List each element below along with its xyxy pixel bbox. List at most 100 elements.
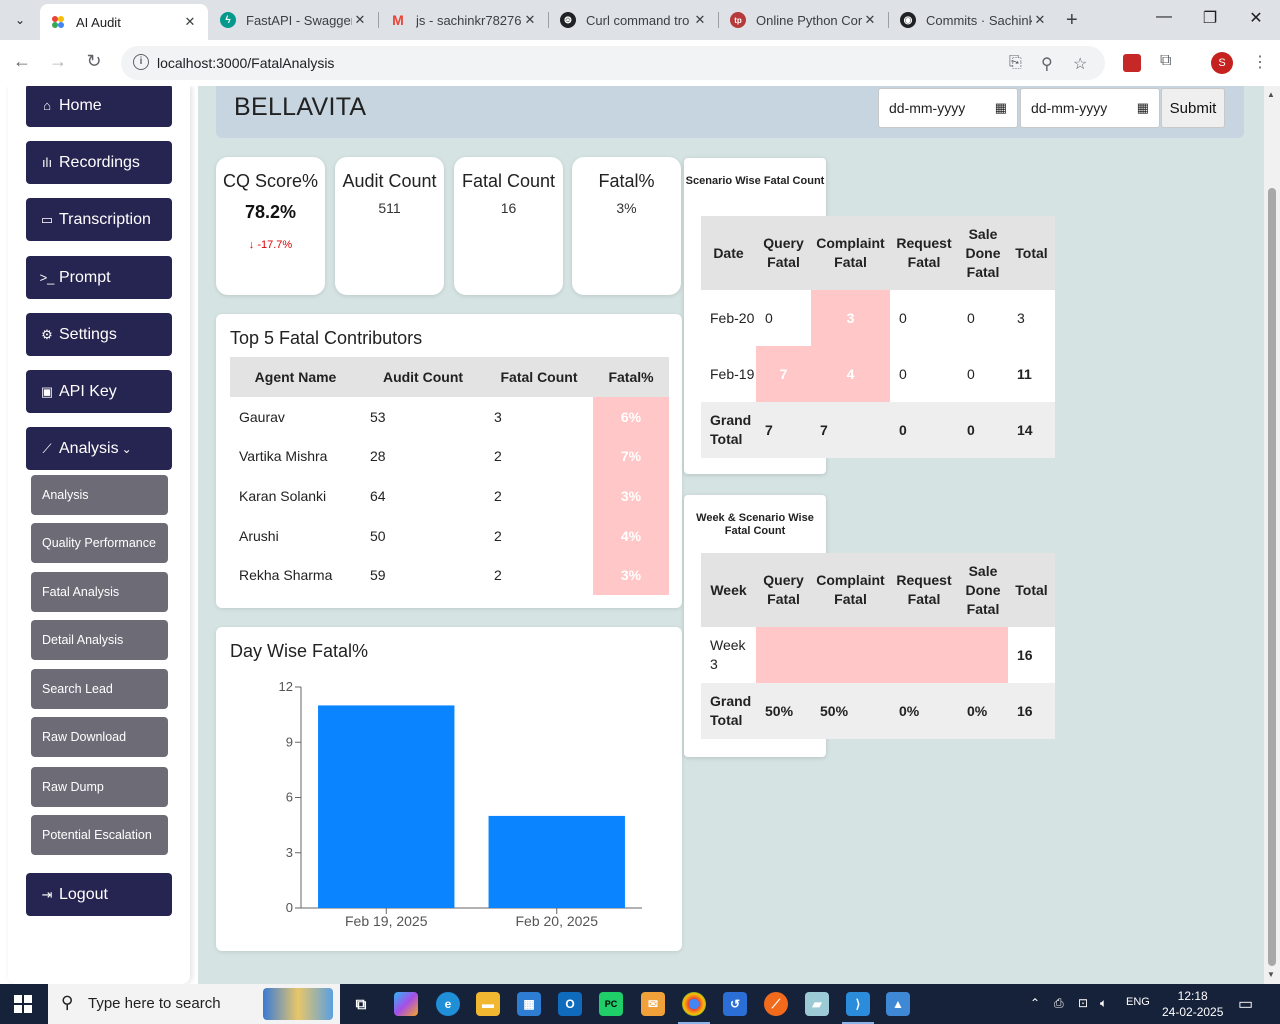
from-date-input[interactable]: dd-mm-yyyy ▦ bbox=[878, 88, 1018, 128]
stat-delta: ↓ -17.7% bbox=[248, 239, 293, 251]
table-cell: 53 bbox=[370, 408, 386, 425]
sidebar-item-analysis[interactable]: ⟋ Analysis ⌄ bbox=[26, 427, 172, 470]
table-cell-highlight: 4 bbox=[811, 346, 890, 402]
sidebar-sub-quality-performance[interactable]: Quality Performance bbox=[31, 523, 168, 563]
tab-gmail[interactable]: M js - sachinkr78276 ✕ bbox=[380, 4, 548, 36]
copilot-icon[interactable] bbox=[394, 992, 418, 1016]
sidebar-sub-raw-dump[interactable]: Raw Dump bbox=[31, 767, 168, 807]
page-viewport: ⌂ Home ılı Recordings ▭ Transcription >_ Pro… bbox=[0, 86, 1280, 984]
table-cell: Grand Total bbox=[701, 402, 756, 458]
extension-icon[interactable] bbox=[1123, 54, 1141, 72]
photos-icon[interactable]: ▲ bbox=[886, 992, 910, 1016]
postman-icon[interactable]: ⟋ bbox=[764, 992, 788, 1016]
postbox-icon[interactable]: ✉ bbox=[641, 992, 665, 1016]
notifications-icon[interactable]: ▭ bbox=[1238, 994, 1253, 1014]
site-info-icon[interactable]: i bbox=[133, 54, 149, 70]
stat-value: 511 bbox=[378, 200, 401, 216]
calendar-icon[interactable]: ▦ bbox=[995, 100, 1007, 116]
week-fatal-table: Week Query Fatal Complaint Fatal Request… bbox=[701, 553, 1055, 739]
close-tab-icon[interactable]: ✕ bbox=[352, 12, 368, 28]
close-window-icon[interactable]: ✕ bbox=[1233, 8, 1279, 28]
pycharm-icon[interactable]: PC bbox=[599, 992, 623, 1016]
scroll-up-icon[interactable]: ▲ bbox=[1267, 90, 1275, 99]
tab-github[interactable]: ◉ Commits · Sachink ✕ bbox=[890, 4, 1058, 36]
forward-icon[interactable]: → bbox=[46, 51, 70, 72]
tab-search-icon[interactable]: ⌄ bbox=[8, 6, 32, 34]
vscode-icon[interactable]: ⟩ bbox=[842, 992, 874, 1024]
submit-button[interactable]: Submit bbox=[1161, 88, 1225, 128]
tab-curl[interactable]: ⊛ Curl command tro ✕ bbox=[550, 4, 718, 36]
outlook-icon[interactable]: O bbox=[558, 992, 582, 1016]
sidebar-sub-fatal-analysis[interactable]: Fatal Analysis bbox=[31, 572, 168, 612]
stat-label: Fatal% bbox=[598, 171, 655, 191]
tab-ai-audit[interactable]: AI Audit ✕ bbox=[40, 4, 208, 40]
scrollbar-thumb[interactable] bbox=[1268, 188, 1276, 966]
install-app-icon[interactable]: ⎘ bbox=[1009, 54, 1022, 72]
taskbar-search-box[interactable]: ⚲ Type here to search bbox=[48, 984, 340, 1024]
maximize-icon[interactable]: ❐ bbox=[1187, 8, 1233, 28]
notes-app-icon[interactable]: ▰ bbox=[805, 992, 829, 1016]
sidebar-item-api-key[interactable]: ▣ API Key bbox=[26, 370, 172, 413]
sidebar-sub-analysis[interactable]: Analysis bbox=[31, 475, 168, 515]
sidebar-item-transcription[interactable]: ▭ Transcription bbox=[26, 198, 172, 241]
network-icon[interactable]: ⊡ bbox=[1078, 996, 1088, 1010]
extensions-puzzle-icon[interactable]: ⧉ bbox=[1160, 52, 1171, 70]
tab-separator bbox=[378, 12, 379, 28]
table-row: Week 3 16 bbox=[701, 627, 1055, 683]
close-tab-icon[interactable]: ✕ bbox=[1032, 12, 1048, 28]
sidebar-sub-search-lead[interactable]: Search Lead bbox=[31, 669, 168, 709]
sidebar-sub-raw-download[interactable]: Raw Download bbox=[31, 717, 168, 757]
arrow-app-icon[interactable]: ↺ bbox=[723, 992, 747, 1016]
table-row: Feb-20 0 3 0 0 3 bbox=[701, 290, 1055, 346]
meet-now-icon[interactable]: ⎙ bbox=[1054, 996, 1064, 1011]
sidebar-item-recordings[interactable]: ılı Recordings bbox=[26, 141, 172, 184]
store-icon[interactable]: ▦ bbox=[517, 992, 541, 1016]
column-header: Query Fatal bbox=[756, 553, 811, 627]
sidebar-item-prompt[interactable]: >_ Prompt bbox=[26, 256, 172, 299]
close-tab-icon[interactable]: ✕ bbox=[182, 14, 198, 30]
edge-icon[interactable]: e bbox=[436, 992, 460, 1016]
volume-icon[interactable]: 🔈︎ bbox=[1100, 996, 1107, 1011]
minimize-icon[interactable]: — bbox=[1141, 8, 1187, 26]
reload-icon[interactable]: ↻ bbox=[82, 51, 106, 72]
back-icon[interactable]: ← bbox=[10, 51, 34, 72]
browser-menu-icon[interactable]: ⋮ bbox=[1252, 52, 1268, 72]
to-date-input[interactable]: dd-mm-yyyy ▦ bbox=[1020, 88, 1160, 128]
browser-toolbar: ← → ↻ i localhost:3000/FatalAnalysis ⎘ ⚲… bbox=[0, 40, 1280, 86]
tab-title: Curl command tro bbox=[586, 12, 690, 28]
tab-python[interactable]: tp Online Python Cor ✕ bbox=[720, 4, 888, 36]
stat-label: Audit Count bbox=[342, 171, 437, 191]
y-tick-label: 9 bbox=[286, 734, 293, 749]
taskbar-clock[interactable]: 12:18 24-02-2025 bbox=[1162, 988, 1223, 1020]
bookmark-star-icon[interactable]: ☆ bbox=[1073, 54, 1087, 74]
windows-start-icon[interactable] bbox=[14, 995, 32, 1013]
page-scrollbar[interactable]: ▲ ▼ bbox=[1264, 86, 1280, 984]
sidebar-sub-potential-escalation[interactable]: Potential Escalation bbox=[31, 815, 168, 855]
new-tab-icon[interactable]: + bbox=[1066, 9, 1078, 32]
task-view-icon[interactable]: ⧉ bbox=[349, 992, 373, 1016]
tray-chevron-up-icon[interactable]: ⌃ bbox=[1030, 996, 1040, 1010]
close-tab-icon[interactable]: ✕ bbox=[692, 12, 708, 28]
openai-favicon: ⊛ bbox=[560, 12, 576, 28]
close-tab-icon[interactable]: ✕ bbox=[862, 12, 878, 28]
sidebar-sub-detail-analysis[interactable]: Detail Analysis bbox=[31, 620, 168, 660]
zoom-icon[interactable]: ⚲ bbox=[1041, 54, 1053, 74]
table-row: Karan Solanki 64 2 3% bbox=[230, 476, 669, 516]
github-favicon: ◉ bbox=[900, 12, 916, 28]
stat-card-audit-count: Audit Count 511 bbox=[335, 157, 444, 295]
calendar-icon[interactable]: ▦ bbox=[1137, 100, 1149, 116]
scroll-down-icon[interactable]: ▼ bbox=[1267, 970, 1275, 979]
close-tab-icon[interactable]: ✕ bbox=[522, 12, 538, 28]
language-indicator[interactable]: ENG bbox=[1126, 996, 1150, 1008]
profile-avatar[interactable]: S bbox=[1211, 52, 1233, 74]
table-row: Gaurav 53 3 6% bbox=[230, 397, 669, 437]
tab-fastapi[interactable]: ϟ FastAPI - Swagger ✕ bbox=[210, 4, 378, 36]
address-bar[interactable]: i localhost:3000/FatalAnalysis ⎘ ⚲ ☆ bbox=[121, 46, 1105, 80]
tab-separator bbox=[548, 12, 549, 28]
file-explorer-icon[interactable]: ▬ bbox=[476, 992, 500, 1016]
logout-button[interactable]: ⇥ Logout bbox=[26, 873, 172, 916]
sidebar-item-home[interactable]: ⌂ Home bbox=[26, 86, 172, 127]
tab-title: Commits · Sachink bbox=[926, 12, 1032, 28]
chrome-icon[interactable] bbox=[678, 992, 710, 1024]
sidebar-item-settings[interactable]: ⚙ Settings bbox=[26, 313, 172, 356]
